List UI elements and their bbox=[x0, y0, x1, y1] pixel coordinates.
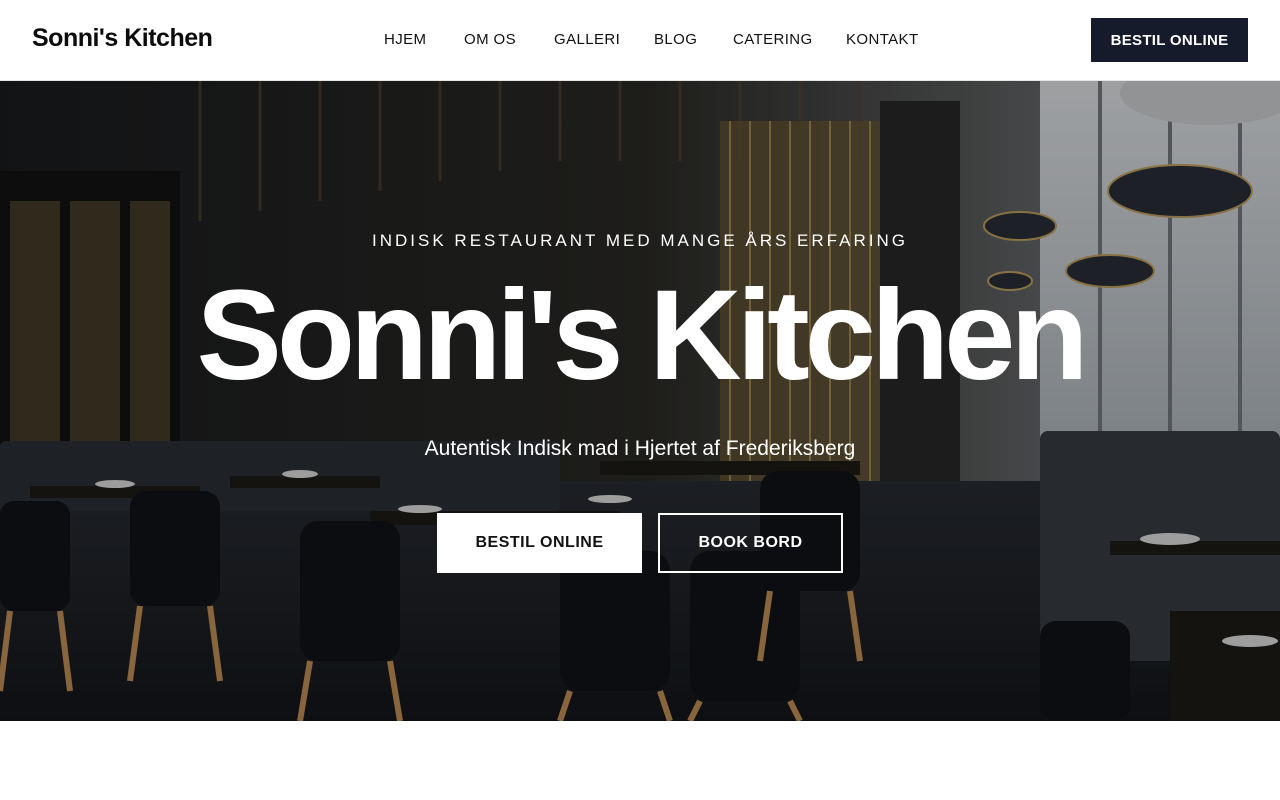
hero-section: INDISK RESTAURANT MED MANGE ÅRS ERFARING… bbox=[0, 81, 1280, 721]
order-online-button[interactable]: BESTIL ONLINE bbox=[1091, 18, 1248, 62]
hero-order-online-button[interactable]: BESTIL ONLINE bbox=[437, 513, 642, 573]
hero-eyebrow: INDISK RESTAURANT MED MANGE ÅRS ERFARING bbox=[372, 231, 908, 250]
main-nav: HJEM OM OS GALLERI BLOG CATERING KONTAKT bbox=[0, 31, 1280, 51]
hero-title: Sonni's Kitchen bbox=[196, 264, 1088, 407]
hero-tagline: Autentisk Indisk mad i Hjertet af Freder… bbox=[424, 437, 856, 460]
nav-link-blog[interactable]: BLOG bbox=[654, 31, 697, 48]
nav-link-kontakt[interactable]: KONTAKT bbox=[846, 31, 919, 48]
nav-link-catering[interactable]: CATERING bbox=[733, 31, 813, 48]
hero-book-table-button[interactable]: BOOK BORD bbox=[658, 513, 843, 573]
nav-link-om-os[interactable]: OM OS bbox=[464, 31, 516, 48]
site-header: Sonni's Kitchen HJEM OM OS GALLERI BLOG … bbox=[0, 0, 1280, 81]
nav-link-galleri[interactable]: GALLERI bbox=[554, 31, 620, 48]
nav-link-hjem[interactable]: HJEM bbox=[384, 31, 426, 48]
